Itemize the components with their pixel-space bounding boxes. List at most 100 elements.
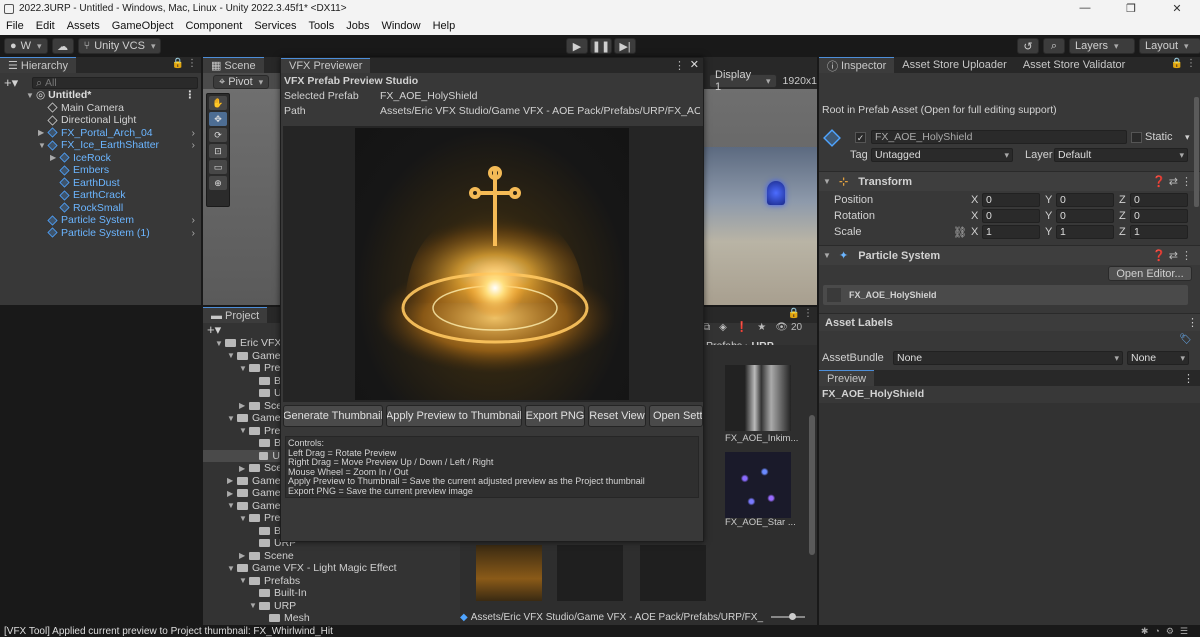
- chevron-right-icon[interactable]: ›: [192, 127, 196, 139]
- hierarchy-item[interactable]: EarthCrack: [0, 189, 201, 202]
- maximize-button[interactable]: ❐: [1108, 2, 1154, 15]
- expand-arrow-icon[interactable]: ▼: [239, 364, 249, 373]
- rotate-tool-icon[interactable]: ⟳: [209, 128, 227, 142]
- hierarchy-item[interactable]: EarthDust: [0, 177, 201, 190]
- vfx-preview-viewport[interactable]: [355, 128, 629, 400]
- generate-thumbnail-button[interactable]: Generate Thumbnail: [283, 405, 383, 427]
- hierarchy-item[interactable]: Directional Light: [0, 114, 201, 127]
- asset-label[interactable]: FX_AOE_Star ...: [725, 517, 805, 528]
- preview-menu-icon[interactable]: ⋮: [1183, 372, 1194, 385]
- project-folder[interactable]: ▼ Game: [203, 500, 281, 513]
- project-folder[interactable]: ▼ Game: [203, 412, 281, 425]
- component-actions-icon[interactable]: ❓ ⇄ ⋮: [1152, 249, 1192, 262]
- inspector-scrollbar[interactable]: [1194, 97, 1199, 207]
- status-message[interactable]: [VFX Tool] Applied current preview to Pr…: [4, 626, 333, 637]
- component-actions-icon[interactable]: ❓ ⇄ ⋮: [1152, 175, 1192, 188]
- hierarchy-item[interactable]: Main Camera: [0, 102, 201, 115]
- zoom-slider-handle[interactable]: [789, 613, 797, 620]
- project-folder[interactable]: ▼ URP: [203, 600, 296, 613]
- open-editor-button[interactable]: Open Editor...: [1108, 266, 1192, 281]
- menu-component[interactable]: Component: [179, 20, 248, 32]
- expand-arrow-icon[interactable]: ▼: [215, 339, 225, 348]
- project-folder[interactable]: U: [203, 449, 280, 462]
- resolution-label[interactable]: 1920x1: [783, 75, 817, 87]
- hierarchy-item[interactable]: ▼ FX_Ice_EarthShatter ›: [0, 139, 201, 152]
- hand-tool-icon[interactable]: ✋: [209, 96, 227, 110]
- project-menu-icon[interactable]: 🔒 ⋮: [788, 308, 813, 319]
- close-window-button[interactable]: ✕: [1154, 2, 1200, 15]
- static-checkbox[interactable]: [1131, 131, 1142, 143]
- project-folder[interactable]: ▼ Eric VFX: [203, 337, 281, 350]
- project-folder[interactable]: Mesh: [203, 612, 310, 625]
- favorite-icon[interactable]: ★: [757, 322, 766, 333]
- rotation-x-field[interactable]: 0: [982, 209, 1040, 223]
- account-button[interactable]: ● W: [4, 38, 48, 54]
- chevron-right-icon[interactable]: ›: [192, 139, 196, 151]
- game-viewport[interactable]: [703, 147, 817, 305]
- debug-icon[interactable]: ✱: [1141, 626, 1155, 636]
- expand-arrow-icon[interactable]: ▶: [38, 128, 48, 137]
- expand-arrow-icon[interactable]: ▼: [823, 251, 833, 260]
- tab-scene[interactable]: ▦ Scene: [203, 57, 264, 73]
- expand-arrow-icon[interactable]: ▼: [227, 564, 237, 573]
- asset-type-icon[interactable]: ⧉: [703, 322, 710, 333]
- asset-thumbnail[interactable]: [725, 365, 791, 431]
- display-dropdown[interactable]: Display 1: [709, 69, 777, 93]
- tab-vfx-previewer[interactable]: VFX Previewer: [281, 58, 371, 73]
- preview-area[interactable]: [819, 403, 1200, 625]
- scrollbar[interactable]: [809, 415, 815, 555]
- apply-preview-button[interactable]: Apply Preview to Thumbnail: [386, 405, 522, 427]
- transform-header[interactable]: ▼ ⊹ Transform ❓ ⇄ ⋮: [819, 171, 1200, 191]
- chevron-right-icon[interactable]: ›: [192, 214, 196, 226]
- expand-arrow-icon[interactable]: ▼: [227, 501, 237, 510]
- particle-system-header[interactable]: ▼ ✦ Particle System ❓ ⇄ ⋮: [819, 245, 1200, 265]
- project-folder[interactable]: ▼ Prefabs: [203, 575, 300, 588]
- scale-y-field[interactable]: 1: [1056, 225, 1114, 239]
- asset-bundle-dropdown[interactable]: None: [893, 351, 1123, 365]
- expand-arrow-icon[interactable]: ▶: [239, 401, 249, 410]
- scale-z-field[interactable]: 1: [1130, 225, 1188, 239]
- asset-thumbnail[interactable]: [640, 545, 706, 601]
- menu-tools[interactable]: Tools: [303, 20, 341, 32]
- vfx-menu-icon[interactable]: ⋮: [674, 59, 685, 72]
- vcs-button[interactable]: ⑂ Unity VCS: [77, 38, 162, 54]
- project-folder[interactable]: Built-In: [203, 587, 307, 600]
- hierarchy-item[interactable]: ▶ FX_Portal_Arch_04 ›: [0, 127, 201, 140]
- static-dropdown-icon[interactable]: ▾: [1185, 132, 1190, 143]
- tab-preview[interactable]: Preview: [819, 370, 875, 386]
- project-folder[interactable]: U: [203, 387, 282, 400]
- hierarchy-item[interactable]: RockSmall: [0, 202, 201, 215]
- scale-tool-icon[interactable]: ⊡: [209, 144, 227, 158]
- expand-arrow-icon[interactable]: ▶: [50, 153, 60, 162]
- cache-icon[interactable]: ⚙: [1166, 626, 1180, 636]
- hierarchy-item[interactable]: Particle System (1) ›: [0, 227, 201, 240]
- transform-tool-icon[interactable]: ⊕: [209, 176, 227, 190]
- object-name-field[interactable]: FX_AOE_HolyShield: [871, 130, 1127, 144]
- open-settings-button[interactable]: Open Settin: [649, 405, 703, 427]
- rect-tool-icon[interactable]: ▭: [209, 160, 227, 174]
- asset-labels-menu-icon[interactable]: ⋮: [1187, 316, 1198, 329]
- visibility-icon[interactable]: 👁: [775, 322, 788, 333]
- reset-view-button[interactable]: Reset View: [588, 405, 646, 427]
- tab-asset-store-uploader[interactable]: Asset Store Uploader: [894, 57, 1015, 73]
- search-button[interactable]: ⌕: [1043, 38, 1065, 54]
- asset-thumbnail[interactable]: [725, 452, 791, 518]
- project-folder[interactable]: ▼ Game VFX - Light Magic Effect: [203, 562, 397, 575]
- layers-dropdown[interactable]: Layers: [1069, 38, 1135, 54]
- expand-arrow-icon[interactable]: ▼: [239, 426, 249, 435]
- project-folder[interactable]: Bu: [203, 375, 287, 388]
- project-folder[interactable]: ▶ Game: [203, 487, 281, 500]
- expand-arrow-icon[interactable]: ▼: [26, 91, 36, 100]
- chevron-right-icon[interactable]: ›: [192, 227, 196, 239]
- menu-help[interactable]: Help: [427, 20, 462, 32]
- tab-asset-store-validator[interactable]: Asset Store Validator: [1015, 57, 1134, 73]
- project-folder[interactable]: ▶ Scen: [203, 462, 288, 475]
- menu-assets[interactable]: Assets: [61, 20, 106, 32]
- menu-edit[interactable]: Edit: [30, 20, 61, 32]
- hierarchy-item[interactable]: ▶ IceRock: [0, 152, 201, 165]
- label-icon[interactable]: ◈: [719, 322, 727, 333]
- link-icon[interactable]: ⛓: [953, 226, 967, 239]
- scene-menu-icon[interactable]: ⋮: [185, 89, 196, 101]
- project-folder[interactable]: Bu: [203, 437, 287, 450]
- expand-arrow-icon[interactable]: ▼: [239, 576, 249, 585]
